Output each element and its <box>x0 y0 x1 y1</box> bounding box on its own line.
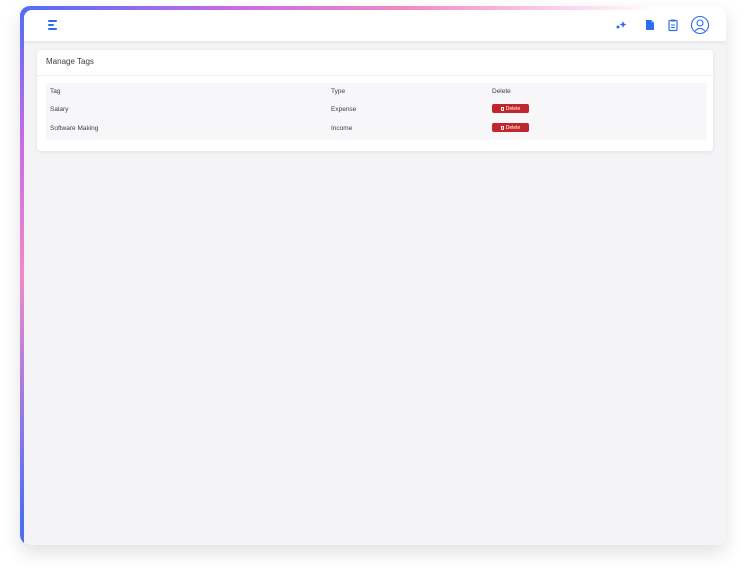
table-header-row: Tag Type Delete <box>46 83 707 101</box>
tag-type: Expense <box>331 106 357 113</box>
card-title: Manage Tags <box>46 57 94 66</box>
delete-button[interactable]: Delete <box>492 123 529 132</box>
app-window-frame: Manage Tags Tag Type Delete Salary Expen… <box>20 6 726 545</box>
trash-icon <box>500 106 504 111</box>
tags-table: Tag Type Delete Salary Expense Delete So… <box>46 83 707 140</box>
tag-name: Salary <box>50 106 69 113</box>
user-avatar-icon[interactable] <box>690 15 710 35</box>
file-icon[interactable] <box>643 18 657 32</box>
header-delete: Delete <box>492 88 511 95</box>
header-type: Type <box>331 88 346 95</box>
table-row: Software Making Income Delete <box>46 120 707 138</box>
table-row: Salary Expense Delete <box>46 101 707 119</box>
delete-button-label: Delete <box>505 105 521 112</box>
menu-icon[interactable] <box>48 19 60 31</box>
trash-icon <box>500 125 504 130</box>
manage-tags-card: Manage Tags Tag Type Delete Salary Expen… <box>37 50 713 151</box>
tag-type: Income <box>331 125 353 132</box>
clipboard-icon[interactable] <box>666 18 680 32</box>
header-tag: Tag <box>50 88 61 95</box>
magic-sparkle-icon[interactable] <box>614 18 628 32</box>
tag-name: Software Making <box>50 125 99 132</box>
delete-button[interactable]: Delete <box>492 104 529 113</box>
delete-button-label: Delete <box>505 124 521 131</box>
top-navbar <box>24 10 726 41</box>
app-window: Manage Tags Tag Type Delete Salary Expen… <box>24 10 726 545</box>
card-header: Manage Tags <box>37 50 713 76</box>
